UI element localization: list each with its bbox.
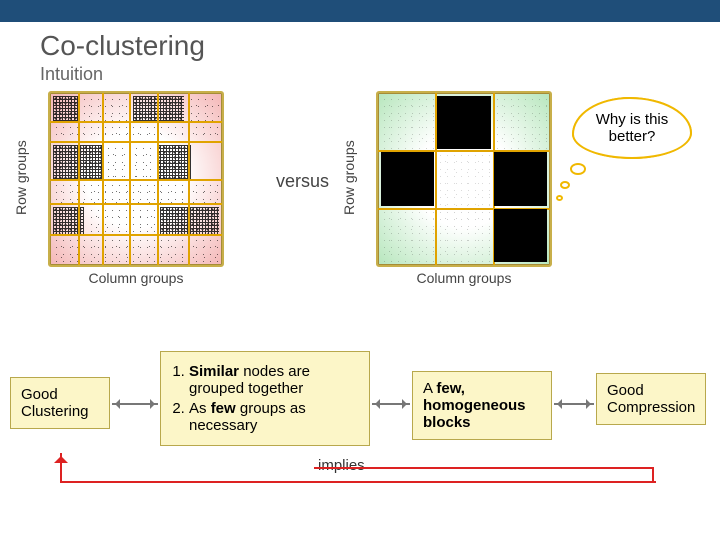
row-groups-label-left: Row groups bbox=[12, 91, 30, 264]
connector-arrow bbox=[112, 399, 158, 409]
matrix-comparison: Row groups bbox=[0, 91, 720, 309]
grid-line bbox=[188, 93, 190, 265]
grid-line bbox=[50, 141, 222, 143]
left-matrix bbox=[48, 91, 224, 267]
dense-block bbox=[494, 152, 547, 205]
dense-block bbox=[494, 209, 547, 262]
criterion-2-prefix: As bbox=[189, 400, 211, 417]
noise-block bbox=[53, 96, 77, 120]
bottom-flow: Good Clustering Similar nodes are groupe… bbox=[0, 337, 720, 487]
grid-line bbox=[50, 234, 222, 236]
noise-block bbox=[157, 145, 191, 179]
column-groups-label-right: Column groups bbox=[376, 270, 552, 286]
grid-line bbox=[78, 93, 80, 265]
right-matrix-wrap: Row groups Column groups bbox=[376, 91, 552, 286]
box-few-blocks: A few, homogeneous blocks bbox=[412, 371, 552, 440]
grid-line bbox=[50, 121, 222, 123]
box-criteria: Similar nodes are grouped together As fe… bbox=[160, 351, 370, 446]
dense-block bbox=[437, 96, 490, 149]
few-prefix: A bbox=[423, 380, 436, 397]
criterion-2-strong: few bbox=[211, 400, 236, 417]
slide-subtitle: Intuition bbox=[40, 64, 720, 85]
right-matrix bbox=[376, 91, 552, 267]
thought-text: Why is this better? bbox=[578, 111, 686, 145]
thought-bubble-dot bbox=[570, 163, 586, 175]
box-good-clustering: Good Clustering bbox=[10, 377, 110, 429]
few-strong1: few, bbox=[436, 380, 465, 397]
dense-block bbox=[381, 152, 434, 205]
grid-line bbox=[50, 179, 222, 181]
connector-arrow bbox=[372, 399, 410, 409]
noise-block bbox=[81, 96, 129, 120]
noise-block bbox=[88, 207, 157, 235]
grid-line bbox=[157, 93, 159, 265]
row-groups-label-right: Row groups bbox=[340, 91, 358, 264]
sparse-block bbox=[437, 152, 490, 205]
criterion-2: As few groups as necessary bbox=[189, 400, 359, 434]
grid-line bbox=[50, 203, 222, 205]
left-matrix-wrap: Row groups bbox=[48, 91, 224, 286]
sparse-block bbox=[381, 96, 434, 149]
thought-bubble: Why is this better? bbox=[572, 97, 692, 159]
criterion-1-strong: Similar bbox=[189, 363, 239, 380]
grid-line bbox=[129, 93, 131, 265]
box-good-compression-text: Good Compression bbox=[607, 382, 695, 416]
box-good-clustering-text: Good Clustering bbox=[21, 386, 89, 420]
noise-block bbox=[53, 207, 84, 235]
box-good-compression: Good Compression bbox=[596, 373, 706, 425]
few-strong2: homogeneous blocks bbox=[423, 397, 526, 431]
sparse-block bbox=[381, 209, 434, 262]
criterion-1: Similar nodes are grouped together bbox=[189, 363, 359, 397]
versus-label: versus bbox=[276, 171, 329, 192]
slide-top-bar bbox=[0, 0, 720, 22]
thought-bubble-dot bbox=[560, 181, 570, 189]
feedback-arrow bbox=[48, 453, 654, 483]
sparse-block bbox=[494, 96, 547, 149]
column-groups-label-left: Column groups bbox=[48, 270, 224, 286]
slide-title: Co-clustering bbox=[40, 30, 720, 62]
connector-arrow bbox=[554, 399, 594, 409]
sparse-block bbox=[437, 209, 490, 262]
thought-bubble-dot bbox=[556, 195, 563, 201]
noise-block bbox=[188, 96, 219, 120]
grid-line bbox=[102, 93, 104, 265]
